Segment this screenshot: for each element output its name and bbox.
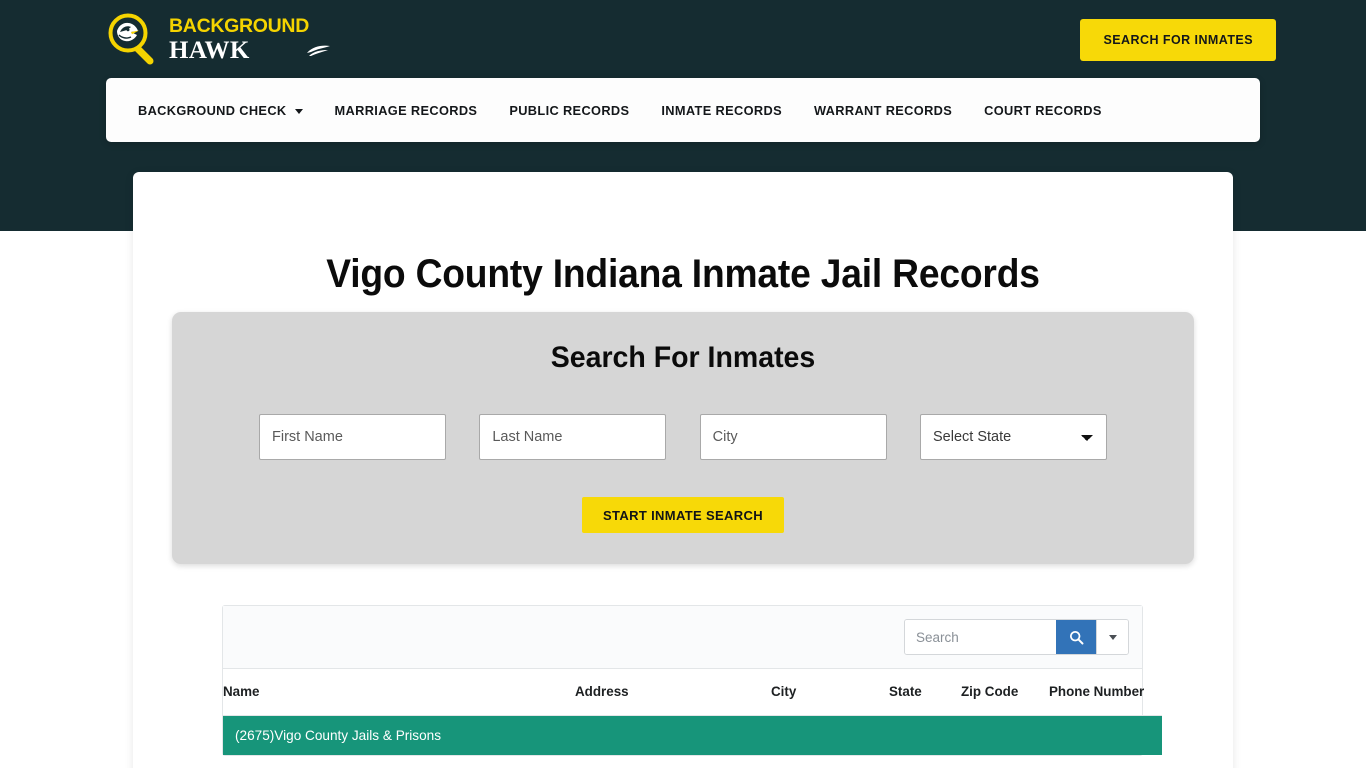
nav-item-label: BACKGROUND CHECK (138, 102, 287, 118)
top-bar: BACKGROUND HAWK SEARCH FOR INMATES (0, 0, 1366, 78)
table-header-row: Name Address City State Zip Code Phone N… (223, 669, 1162, 716)
page-root: BACKGROUND HAWK SEARCH FOR INMATES BACKG… (0, 0, 1366, 768)
inmate-search-panel: Search For Inmates Select State START IN… (172, 312, 1194, 564)
start-inmate-search-button[interactable]: START INMATE SEARCH (582, 497, 784, 533)
search-field-row: Select State (259, 414, 1107, 460)
results-table-body: (2675)Vigo County Jails & Prisons (223, 715, 1162, 755)
search-icon (1069, 630, 1083, 644)
nav-item-label: PUBLIC RECORDS (509, 102, 630, 118)
cell-state (889, 715, 961, 755)
column-header-state[interactable]: State (889, 669, 961, 716)
main-content-card: Vigo County Indiana Inmate Jail Records … (133, 172, 1233, 768)
nav-item-inmate-records[interactable]: INMATE RECORDS (661, 103, 782, 118)
first-name-input[interactable] (259, 414, 446, 460)
hawk-magnifier-logo-icon (106, 11, 162, 67)
table-search-input[interactable] (905, 620, 1056, 654)
column-header-city[interactable]: City (771, 669, 889, 716)
site-logo[interactable]: BACKGROUND HAWK (106, 9, 396, 69)
results-table: Name Address City State Zip Code Phone N… (223, 669, 1162, 755)
search-panel-title: Search For Inmates (550, 341, 816, 374)
results-table-card: Name Address City State Zip Code Phone N… (222, 605, 1162, 756)
column-header-zip[interactable]: Zip Code (961, 669, 1049, 716)
search-for-inmates-button[interactable]: SEARCH FOR INMATES (1080, 19, 1276, 61)
nav-item-label: INMATE RECORDS (661, 102, 782, 118)
table-search-group (904, 619, 1129, 655)
column-header-name[interactable]: Name (223, 669, 575, 716)
logo-line-background: BACKGROUND (169, 15, 309, 38)
cell-zip (961, 715, 1049, 755)
nav-item-label: WARRANT RECORDS (813, 102, 953, 118)
state-select[interactable]: Select State (919, 414, 1107, 460)
nav-item-label: COURT RECORDS (984, 102, 1102, 118)
nav-item-public-records[interactable]: PUBLIC RECORDS (509, 103, 629, 118)
column-header-phone[interactable]: Phone Number (1049, 669, 1162, 716)
main-navigation: BACKGROUND CHECK MARRIAGE RECORDS PUBLIC… (106, 78, 1260, 142)
table-search-options-button[interactable] (1096, 620, 1128, 654)
cell-city (771, 715, 889, 755)
wing-swoosh-icon (307, 45, 330, 56)
nav-item-marriage-records[interactable]: MARRIAGE RECORDS (335, 103, 478, 118)
cell-phone (1049, 715, 1162, 755)
nav-item-label: MARRIAGE RECORDS (334, 102, 478, 118)
nav-item-background-check[interactable]: BACKGROUND CHECK (138, 103, 303, 118)
table-search-button[interactable] (1056, 620, 1096, 654)
cell-name: (2675)Vigo County Jails & Prisons (223, 715, 575, 755)
table-toolbar (223, 606, 1142, 669)
chevron-down-icon (1108, 634, 1117, 640)
nav-item-court-records[interactable]: COURT RECORDS (984, 103, 1102, 118)
city-input[interactable] (699, 414, 887, 460)
results-table-head: Name Address City State Zip Code Phone N… (223, 669, 1162, 716)
logo-wordmark: BACKGROUND HAWK (169, 15, 330, 63)
last-name-input[interactable] (479, 414, 667, 460)
logo-line-hawk: HAWK (169, 38, 330, 63)
page-title: Vigo County Indiana Inmate Jail Records (326, 251, 1040, 296)
cell-address (575, 715, 771, 755)
column-header-address[interactable]: Address (575, 669, 771, 716)
nav-item-warrant-records[interactable]: WARRANT RECORDS (814, 103, 952, 118)
table-row[interactable]: (2675)Vigo County Jails & Prisons (223, 715, 1162, 755)
chevron-down-icon (294, 108, 303, 114)
